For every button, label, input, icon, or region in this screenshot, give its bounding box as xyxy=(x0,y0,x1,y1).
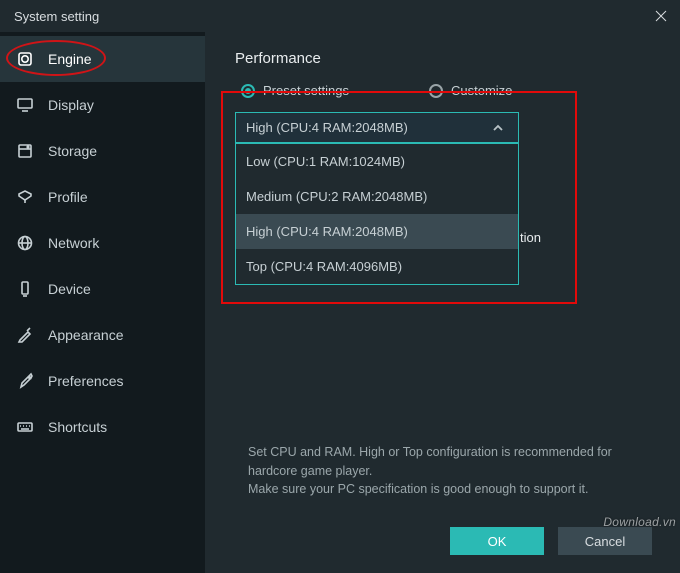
radio-group: Preset settings Customize xyxy=(235,83,650,98)
help-text: Set CPU and RAM. High or Top configurati… xyxy=(248,443,648,499)
sidebar: Engine Display Storage Profile Ne xyxy=(0,32,205,573)
sidebar-item-preferences[interactable]: Preferences xyxy=(0,358,205,404)
close-button[interactable] xyxy=(652,7,670,25)
appearance-icon xyxy=(16,326,34,344)
sidebar-item-engine[interactable]: Engine xyxy=(0,36,205,82)
radio-icon xyxy=(241,84,255,98)
help-line: Make sure your PC specification is good … xyxy=(248,480,648,499)
dropdown-option[interactable]: High (CPU:4 RAM:2048MB) xyxy=(236,214,518,249)
sidebar-item-storage[interactable]: Storage xyxy=(0,128,205,174)
section-title: Performance xyxy=(235,50,650,67)
sidebar-item-display[interactable]: Display xyxy=(0,82,205,128)
dropdown-options: Low (CPU:1 RAM:1024MB) Medium (CPU:2 RAM… xyxy=(235,143,519,285)
watermark: Download.vn xyxy=(603,515,676,529)
sidebar-item-device[interactable]: Device xyxy=(0,266,205,312)
titlebar: System setting xyxy=(0,0,680,32)
network-icon xyxy=(16,234,34,252)
sidebar-item-label: Preferences xyxy=(48,373,123,389)
storage-icon xyxy=(16,142,34,160)
profile-icon xyxy=(16,188,34,206)
sidebar-item-label: Device xyxy=(48,281,91,297)
sidebar-item-profile[interactable]: Profile xyxy=(0,174,205,220)
cancel-button[interactable]: Cancel xyxy=(558,527,652,555)
sidebar-item-label: Network xyxy=(48,235,99,251)
dropdown-option[interactable]: Low (CPU:1 RAM:1024MB) xyxy=(236,144,518,179)
engine-icon xyxy=(16,50,34,68)
chevron-up-icon xyxy=(492,122,504,134)
sidebar-item-label: Display xyxy=(48,97,94,113)
radio-label: Customize xyxy=(451,83,512,98)
radio-customize[interactable]: Customize xyxy=(429,83,512,98)
sidebar-item-label: Engine xyxy=(48,51,92,67)
sidebar-item-label: Appearance xyxy=(48,327,124,343)
sidebar-item-label: Shortcuts xyxy=(48,419,107,435)
sidebar-item-network[interactable]: Network xyxy=(0,220,205,266)
device-icon xyxy=(16,280,34,298)
shortcuts-icon xyxy=(16,418,34,436)
dropdown-option[interactable]: Top (CPU:4 RAM:4096MB) xyxy=(236,249,518,284)
sidebar-item-shortcuts[interactable]: Shortcuts xyxy=(0,404,205,450)
display-icon xyxy=(16,96,34,114)
preferences-icon xyxy=(16,372,34,390)
radio-label: Preset settings xyxy=(263,83,349,98)
window-title: System setting xyxy=(14,9,99,24)
dropdown-option[interactable]: Medium (CPU:2 RAM:2048MB) xyxy=(236,179,518,214)
help-line: Set CPU and RAM. High or Top configurati… xyxy=(248,443,648,481)
close-icon xyxy=(654,9,668,23)
sidebar-item-label: Storage xyxy=(48,143,97,159)
preset-dropdown[interactable]: High (CPU:4 RAM:2048MB) xyxy=(235,112,519,143)
radio-preset[interactable]: Preset settings xyxy=(241,83,349,98)
dialog-buttons: OK Cancel xyxy=(450,527,652,555)
dropdown-selected: High (CPU:4 RAM:2048MB) xyxy=(246,120,408,135)
ok-button[interactable]: OK xyxy=(450,527,544,555)
sidebar-item-appearance[interactable]: Appearance xyxy=(0,312,205,358)
radio-icon xyxy=(429,84,443,98)
obscured-text-fragment: tion xyxy=(520,230,541,245)
sidebar-item-label: Profile xyxy=(48,189,88,205)
